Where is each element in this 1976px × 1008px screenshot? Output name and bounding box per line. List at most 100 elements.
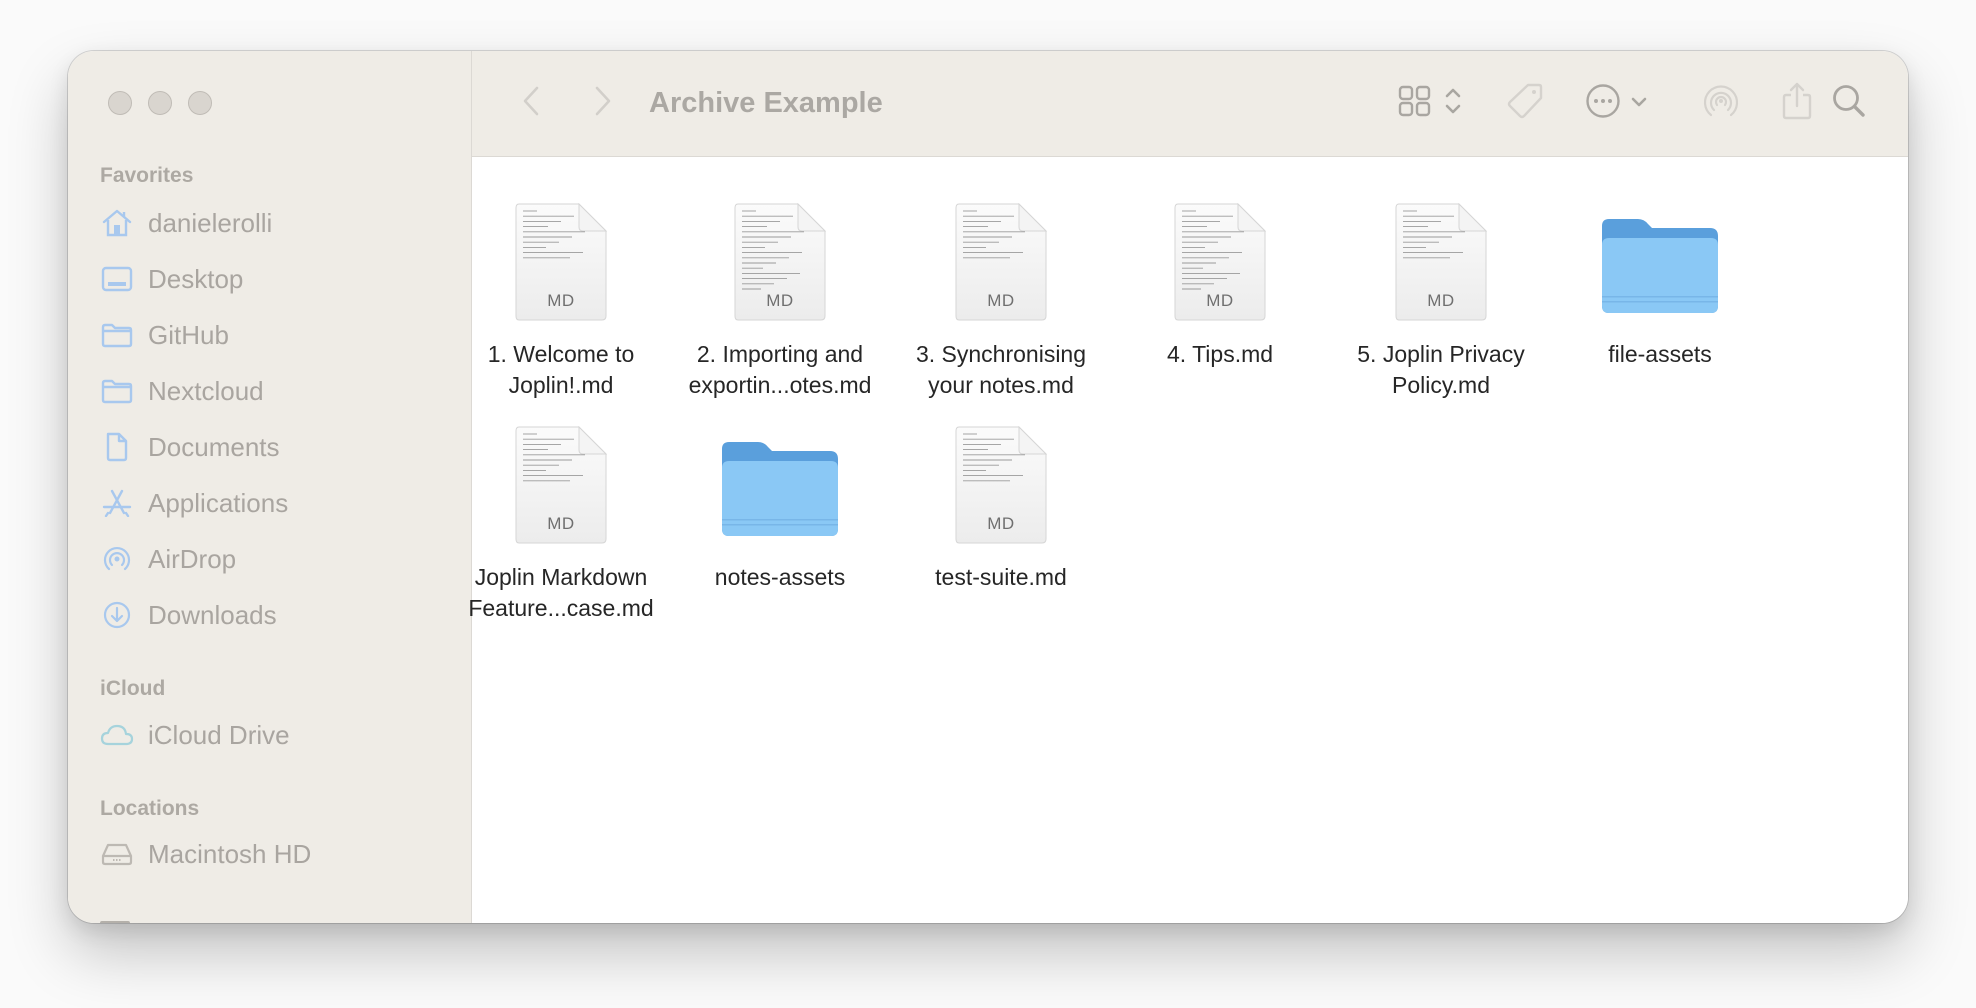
- airdrop-icon: [1702, 83, 1740, 124]
- sidebar-item-label: Desktop: [148, 263, 244, 294]
- file-name-line-1: 2. Importing and: [696, 341, 864, 367]
- markdown-file-icon: MD: [955, 426, 1047, 544]
- share-icon: [1781, 81, 1813, 126]
- sidebar-item-label: Nextcloud: [148, 375, 264, 406]
- sidebar-item-icloud-drive[interactable]: iCloud Drive: [100, 713, 460, 757]
- ellipsis-circle-icon: [1585, 83, 1621, 124]
- file-name: file-assets: [1553, 339, 1767, 370]
- zoom-button[interactable]: [188, 91, 212, 115]
- airdrop-button[interactable]: [1700, 51, 1742, 156]
- file-name: 1. Welcome to Joplin!.md: [454, 339, 668, 401]
- file-item[interactable]: MD 3. Synchronising your notes.md: [894, 199, 1108, 401]
- desktop-icon: [100, 264, 134, 294]
- sidebar-item-github[interactable]: GitHub: [100, 313, 460, 357]
- file-name: test-suite.md: [894, 562, 1108, 593]
- folder-item[interactable]: file-assets: [1553, 199, 1767, 370]
- sidebar-item-macintosh-hd[interactable]: Macintosh HD: [100, 832, 460, 876]
- minimize-button[interactable]: [148, 91, 172, 115]
- sidebar-item-label: Applications: [148, 487, 289, 518]
- markdown-file-icon: MD: [1395, 203, 1487, 321]
- chevron-right-icon: [593, 85, 613, 122]
- folder-icon: [100, 320, 134, 350]
- tag-button[interactable]: [1502, 51, 1548, 156]
- file-name: 4. Tips.md: [1113, 339, 1327, 370]
- file-item[interactable]: MD test-suite.md: [894, 422, 1108, 593]
- chevron-down-icon: [1631, 95, 1647, 113]
- view-mode-button[interactable]: [1390, 51, 1470, 156]
- markdown-file-icon: MD: [515, 426, 607, 544]
- file-name-line-1: 5. Joplin Privacy: [1357, 341, 1525, 367]
- file-item[interactable]: MD 5. Joplin Privacy Policy.md: [1334, 199, 1548, 401]
- close-button[interactable]: [108, 91, 132, 115]
- download-icon: [100, 600, 134, 630]
- applications-icon: [100, 488, 134, 518]
- sidebar-item-label: iCloud Drive: [148, 719, 290, 750]
- file-item[interactable]: MD 4. Tips.md: [1113, 199, 1327, 370]
- file-type-badge: MD: [547, 291, 575, 310]
- more-actions-button[interactable]: [1578, 51, 1654, 156]
- grid-view-icon: [1398, 85, 1432, 122]
- sidebar: Favorites danielerolli Desktop GitHub Ne…: [68, 51, 472, 923]
- markdown-file-icon: MD: [955, 203, 1047, 321]
- file-name-line-2: your notes.md: [928, 372, 1074, 398]
- file-name-line-1: 4. Tips.md: [1166, 341, 1274, 367]
- up-down-chevron-icon: [1444, 86, 1462, 121]
- file-icon-wrap: MD: [1395, 199, 1487, 321]
- markdown-file-icon: MD: [1174, 203, 1266, 321]
- sidebar-item-label: Documents: [148, 431, 280, 462]
- sidebar-item-label: Downloads: [148, 599, 277, 630]
- file-name-line-1: 3. Synchronising: [915, 341, 1087, 367]
- sidebar-item-label: danielerolli: [148, 207, 273, 238]
- toolbar: Archive Example: [472, 51, 1908, 157]
- forward-button[interactable]: [586, 51, 620, 156]
- search-button[interactable]: [1832, 51, 1866, 156]
- file-name: 2. Importing and exportin...otes.md: [673, 339, 887, 401]
- sidebar-item-applications[interactable]: Applications: [100, 481, 460, 525]
- back-button[interactable]: [514, 51, 548, 156]
- sidebar-item-documents[interactable]: Documents: [100, 425, 460, 469]
- markdown-file-icon: MD: [734, 203, 826, 321]
- file-name-line-2: Joplin!.md: [508, 372, 614, 398]
- section-header-favorites: Favorites: [100, 164, 194, 187]
- share-button[interactable]: [1776, 51, 1818, 156]
- file-name-line-1: file-assets: [1608, 341, 1712, 367]
- search-icon: [1831, 83, 1867, 124]
- file-name: Joplin Markdown Feature...case.md: [454, 562, 668, 624]
- sidebar-item-home[interactable]: danielerolli: [100, 201, 460, 245]
- section-header-icloud: iCloud: [100, 677, 166, 700]
- file-icon-wrap: MD: [734, 199, 826, 321]
- document-icon: [100, 432, 134, 462]
- sidebar-item-desktop[interactable]: Desktop: [100, 257, 460, 301]
- hard-drive-icon: [100, 839, 134, 869]
- sidebar-item-nextcloud[interactable]: Nextcloud: [100, 369, 460, 413]
- file-type-badge: MD: [1206, 291, 1234, 310]
- file-name: notes-assets: [673, 562, 887, 593]
- sidebar-item-downloads[interactable]: Downloads: [100, 593, 460, 637]
- file-item[interactable]: MD 1. Welcome to Joplin!.md: [454, 199, 668, 401]
- file-icon-wrap: [720, 422, 840, 544]
- file-name-line-2: Feature...case.md: [468, 595, 654, 621]
- airdrop-icon: [100, 544, 134, 574]
- file-name-line-1: test-suite.md: [935, 564, 1067, 590]
- tag-icon: [1506, 82, 1544, 125]
- file-icon-wrap: MD: [955, 422, 1047, 544]
- file-name-line-1: 1. Welcome to: [487, 341, 635, 367]
- file-icon-wrap: MD: [955, 199, 1047, 321]
- finder-window: Favorites danielerolli Desktop GitHub Ne…: [68, 51, 1908, 923]
- folder-icon: [1600, 216, 1720, 321]
- home-icon: [100, 208, 134, 238]
- file-icon-wrap: MD: [1174, 199, 1266, 321]
- file-grid: MD 1. Welcome to Joplin!.md MD 2. Importi…: [468, 157, 1908, 923]
- file-item[interactable]: MD Joplin Markdown Feature...case.md: [454, 422, 668, 624]
- file-item[interactable]: MD 2. Importing and exportin...otes.md: [673, 199, 887, 401]
- chevron-left-icon: [521, 85, 541, 122]
- markdown-file-icon: MD: [515, 203, 607, 321]
- sidebar-item-label: Macintosh HD: [148, 838, 312, 869]
- file-name-line-1: Joplin Markdown: [474, 564, 648, 590]
- file-type-badge: MD: [987, 514, 1015, 533]
- sidebar-item-airdrop[interactable]: AirDrop: [100, 537, 460, 581]
- folder-item[interactable]: notes-assets: [673, 422, 887, 593]
- file-icon-wrap: MD: [515, 422, 607, 544]
- file-name-line-2: exportin...otes.md: [688, 372, 872, 398]
- sidebar-item-label: AirDrop: [148, 543, 237, 574]
